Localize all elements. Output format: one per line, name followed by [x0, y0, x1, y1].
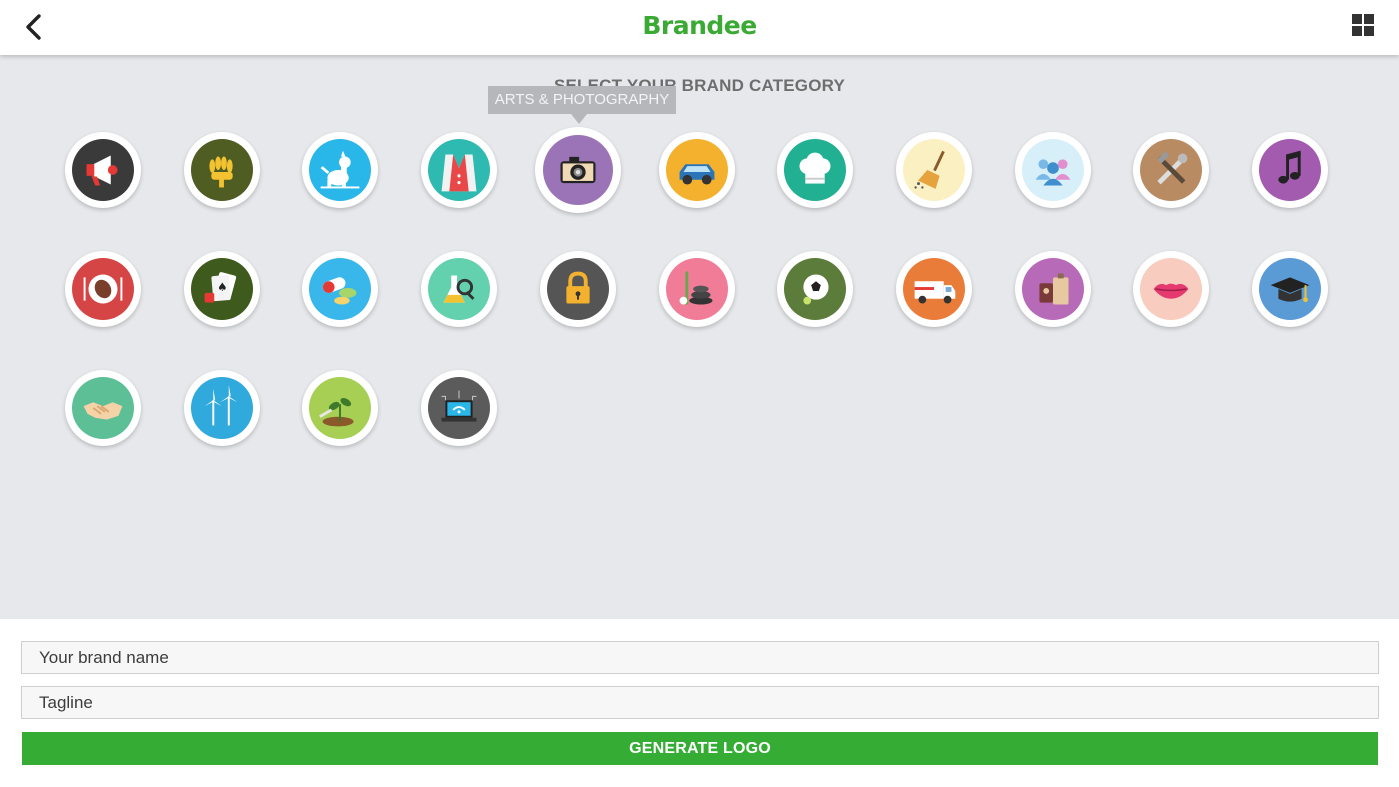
megaphone-icon — [72, 139, 134, 201]
category-spa-stones-button[interactable] — [659, 251, 735, 327]
grid-menu-button[interactable] — [1352, 14, 1378, 40]
category-delivery-truck-button[interactable] — [896, 251, 972, 327]
generate-logo-button[interactable]: GENERATE LOGO — [22, 732, 1378, 765]
category-broom-button[interactable] — [896, 132, 972, 208]
section-title: SELECT YOUR BRAND CATEGORY — [553, 76, 846, 95]
app-header: Brandee — [0, 0, 1399, 55]
lab-flask-icon — [428, 258, 490, 320]
pills-icon — [309, 258, 371, 320]
svg-text:♠: ♠ — [217, 280, 227, 294]
category-lips-button[interactable] — [1133, 251, 1209, 327]
plant-sprout-icon — [309, 377, 371, 439]
category-camera-button[interactable] — [535, 127, 621, 213]
tools-icon — [1140, 139, 1202, 201]
category-travel-luggage-button[interactable] — [1015, 251, 1091, 327]
delivery-truck-icon — [903, 258, 965, 320]
category-tools-button[interactable] — [1133, 132, 1209, 208]
padlock-icon — [547, 258, 609, 320]
category-laptop-network-button[interactable] — [421, 370, 497, 446]
brand-name-input[interactable] — [21, 641, 1379, 674]
category-food-plate-button[interactable] — [65, 251, 141, 327]
handshake-icon — [72, 377, 134, 439]
category-suit-vest-button[interactable] — [421, 132, 497, 208]
graduation-cap-icon — [1259, 258, 1321, 320]
people-group-icon — [1022, 139, 1084, 201]
soccer-ball-icon — [784, 258, 846, 320]
category-padlock-button[interactable] — [540, 251, 616, 327]
grid-icon — [1352, 14, 1362, 24]
category-chef-hat-button[interactable] — [777, 132, 853, 208]
category-soccer-ball-button[interactable] — [777, 251, 853, 327]
music-note-icon — [1259, 139, 1321, 201]
travel-luggage-icon — [1022, 258, 1084, 320]
dog-icon — [309, 139, 371, 201]
laptop-network-icon — [428, 377, 490, 439]
category-people-group-button[interactable] — [1015, 132, 1091, 208]
category-plant-sprout-button[interactable] — [302, 370, 378, 446]
category-tooltip: ARTS & PHOTOGRAPHY — [488, 86, 676, 124]
category-music-note-button[interactable] — [1252, 132, 1328, 208]
category-handshake-button[interactable] — [65, 370, 141, 446]
category-graduation-cap-button[interactable] — [1252, 251, 1328, 327]
broom-icon — [903, 139, 965, 201]
brand-logo: Brandee — [642, 11, 757, 40]
category-car-button[interactable] — [659, 132, 735, 208]
category-wind-turbine-button[interactable] — [184, 370, 260, 446]
lips-icon — [1140, 258, 1202, 320]
category-dog-button[interactable] — [302, 132, 378, 208]
suit-vest-icon — [428, 139, 490, 201]
category-lab-flask-button[interactable] — [421, 251, 497, 327]
playing-cards-icon: ♠ — [191, 258, 253, 320]
camera-icon — [543, 135, 613, 205]
chef-hat-icon — [784, 139, 846, 201]
category-wheat-button[interactable] — [184, 132, 260, 208]
category-playing-cards-button[interactable]: ♠ — [184, 251, 260, 327]
car-icon — [666, 139, 728, 201]
category-pills-button[interactable] — [302, 251, 378, 327]
category-megaphone-button[interactable] — [65, 132, 141, 208]
wheat-icon — [191, 139, 253, 201]
tagline-input[interactable] — [21, 686, 1379, 719]
spa-stones-icon — [666, 258, 728, 320]
food-plate-icon — [72, 258, 134, 320]
wind-turbine-icon — [191, 377, 253, 439]
category-panel: SELECT YOUR BRAND CATEGORY ARTS & PHOTOG… — [0, 55, 1399, 619]
